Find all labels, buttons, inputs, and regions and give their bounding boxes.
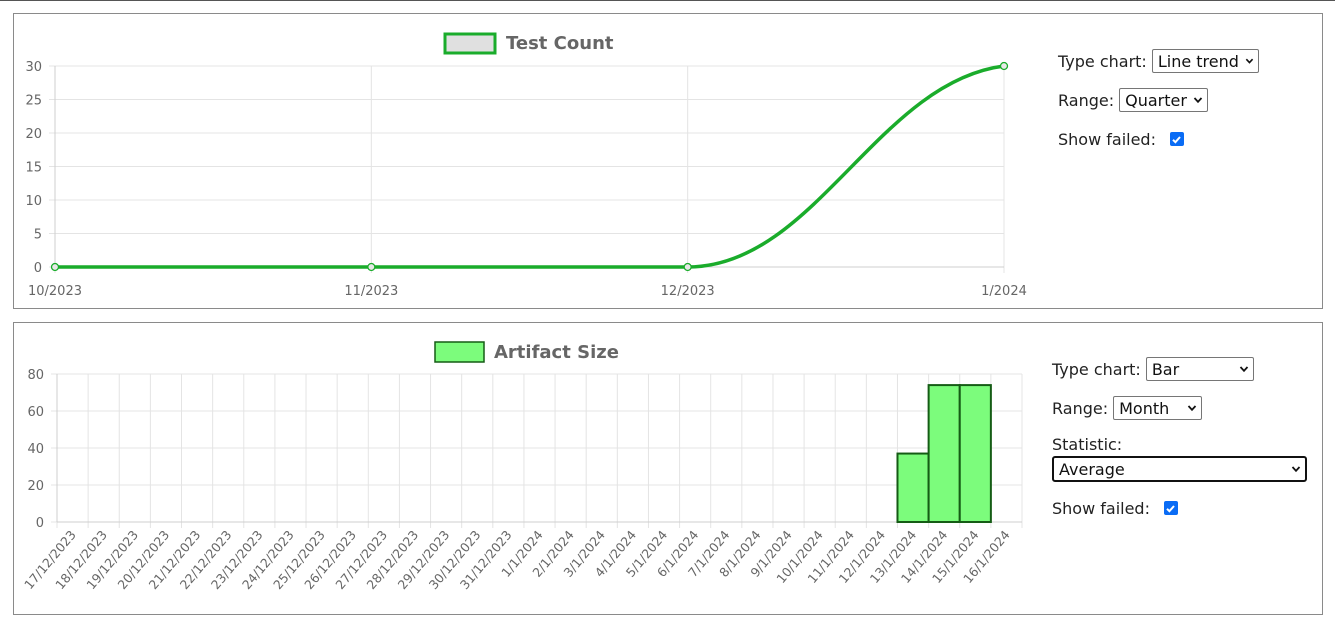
show-failed-label: Show failed: <box>1052 498 1150 518</box>
test-count-controls: Type chart: Line trend Range: Quarter Sh… <box>1058 48 1259 165</box>
legend-swatch <box>443 32 497 55</box>
show-failed-row: Show failed: <box>1058 126 1259 152</box>
range-select[interactable]: Quarter <box>1119 88 1209 112</box>
type-chart-label: Type chart: <box>1058 51 1147 71</box>
type-chart-value: Line trend <box>1157 51 1239 71</box>
artifact-size-chart: 02040608017/12/202318/12/202319/12/20232… <box>21 341 1023 592</box>
statistic-select[interactable]: Average <box>1052 456 1307 482</box>
data-point <box>50 262 60 272</box>
checkmark-icon <box>1172 135 1182 144</box>
show-failed-label: Show failed: <box>1058 129 1156 149</box>
chevron-down-icon <box>1291 466 1301 473</box>
bar <box>958 384 992 523</box>
show-failed-checkbox[interactable] <box>1163 501 1178 515</box>
x-tick-label: 12/2023 <box>661 284 715 299</box>
y-tick-label: 0 <box>34 261 42 276</box>
type-chart-select[interactable]: Bar <box>1145 357 1254 381</box>
range-label: Range: <box>1052 398 1109 418</box>
y-tick-label: 30 <box>25 60 42 75</box>
bar <box>927 384 961 523</box>
bar <box>896 452 930 523</box>
data-point <box>367 262 376 272</box>
range-label: Range: <box>1058 90 1115 110</box>
chevron-down-icon <box>1193 97 1203 104</box>
range-value: Quarter <box>1125 90 1187 110</box>
data-point <box>999 61 1009 71</box>
legend-swatch <box>434 341 485 363</box>
range-value: Month <box>1119 398 1170 418</box>
y-tick-label: 60 <box>27 405 44 420</box>
statistic-row: Statistic: Average <box>1052 434 1307 482</box>
y-tick-label: 15 <box>25 161 42 176</box>
chevron-down-icon <box>1245 58 1254 64</box>
y-tick-label: 5 <box>34 228 42 243</box>
type-chart-row: Type chart: Bar <box>1052 356 1307 382</box>
type-chart-value: Bar <box>1151 359 1180 379</box>
y-tick-label: 20 <box>25 127 42 142</box>
y-tick-label: 25 <box>25 94 42 109</box>
artifact-size-controls: Type chart: Bar Range: Month Statistic: … <box>1052 356 1307 534</box>
type-chart-label: Type chart: <box>1052 359 1141 379</box>
chevron-down-icon <box>1187 405 1197 412</box>
test-count-panel: 0 5 10 15 20 25 30 10/2023 11/2023 12/2023 1/2024 T… <box>13 13 1323 309</box>
show-failed-row: Show failed: <box>1052 495 1307 521</box>
y-tick-label: 40 <box>27 442 44 457</box>
test-count-chart: 0 5 10 15 20 25 30 10/2023 11/2023 12/2023 1/2024 T… <box>25 32 1027 299</box>
y-tick-label: 10 <box>25 194 42 209</box>
chevron-down-icon <box>1239 366 1248 373</box>
y-tick-label: 0 <box>36 516 44 531</box>
x-tick-label: 11/2023 <box>344 284 398 299</box>
statistic-label: Statistic: <box>1052 435 1123 454</box>
artifact-size-panel: 0 20 40 60 80 17/12/2023 18/12/2023 19/12/2023 2… <box>13 322 1323 615</box>
top-divider <box>0 0 1335 1</box>
y-tick-label: 20 <box>27 479 44 494</box>
type-chart-select[interactable]: Line trend <box>1151 49 1259 73</box>
y-tick-label: 80 <box>27 368 44 383</box>
range-row: Range: Month <box>1052 395 1307 421</box>
data-point <box>683 262 692 272</box>
x-tick-label: 1/2024 <box>981 284 1027 299</box>
range-row: Range: Quarter <box>1058 87 1259 113</box>
type-chart-row: Type chart: Line trend <box>1058 48 1259 74</box>
checkmark-icon <box>1166 504 1176 513</box>
statistic-value: Average <box>1059 459 1125 479</box>
x-tick-label: 10/2023 <box>28 284 82 299</box>
chart-title: Artifact Size <box>494 342 619 363</box>
range-select[interactable]: Month <box>1113 396 1203 420</box>
chart-title: Test Count <box>506 33 614 54</box>
show-failed-checkbox[interactable] <box>1169 132 1184 146</box>
